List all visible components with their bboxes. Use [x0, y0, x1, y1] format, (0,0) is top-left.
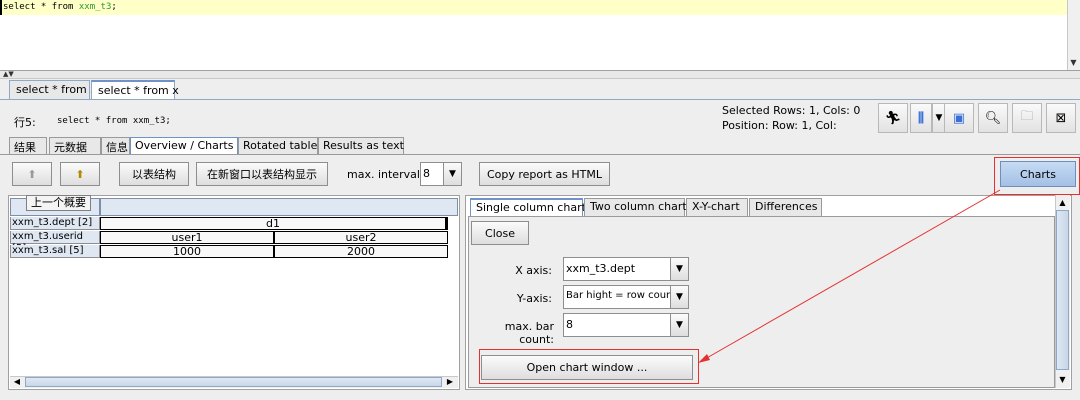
magnifier-icon: 🔍︎: [984, 110, 1002, 126]
grid-column-header: [100, 198, 458, 216]
row-sql-text: select * from xxm_t3;: [57, 116, 171, 126]
open-chart-window-button[interactable]: Open chart window ...: [481, 355, 693, 380]
chevron-down-icon[interactable]: ▼: [670, 314, 688, 336]
show-structure-new-window-button[interactable]: 在新窗口以表结构显示: [196, 162, 328, 186]
result-tab-overview-charts[interactable]: Overview / Charts: [130, 137, 238, 154]
result-tab-metadata[interactable]: 元数据: [49, 137, 101, 154]
charts-scroll-thumb[interactable]: [1056, 210, 1069, 370]
max-bar-count-label: max. bar count:: [504, 320, 554, 346]
scroll-up-arrow-icon[interactable]: ▲: [1056, 196, 1069, 210]
chart-tab-differences[interactable]: Differences: [749, 198, 822, 216]
row-number-label: 行5:: [14, 116, 36, 129]
sql-keywords: select * from: [3, 2, 79, 12]
chart-tab-two-column[interactable]: Two column chart: [584, 198, 687, 216]
max-bar-count-value: 8: [566, 318, 573, 331]
grid-cell-edge: [446, 217, 458, 230]
x-axis-label: X axis:: [515, 264, 552, 277]
result-tab-underline: [0, 154, 1080, 155]
text-caret: [0, 0, 2, 15]
sql-table-name: xxm_t3: [78, 2, 112, 12]
grid-cell-d1[interactable]: d1: [100, 217, 446, 230]
y-axis-select[interactable]: Bar hight = row count ▼: [563, 285, 689, 309]
dropdown-icon: ▼: [935, 113, 943, 123]
prev-overview-tooltip: 上一个概要: [26, 195, 91, 211]
run-button[interactable]: 🏃︎: [878, 103, 908, 133]
sql-statement[interactable]: select * from xxm_t3;: [3, 2, 117, 12]
preview-icon: ▣: [952, 110, 966, 126]
prev-overview-icon: ⬆: [27, 167, 37, 181]
chart-tab-xy[interactable]: X-Y-chart: [686, 198, 748, 216]
grid-cell[interactable]: 2000: [274, 245, 448, 258]
next-overview-icon: ⬆: [75, 167, 85, 181]
preview-button[interactable]: ▣: [944, 103, 974, 133]
chevron-down-icon[interactable]: ▼: [443, 163, 461, 185]
grid-row-header: xxm_t3.userid [5]: [10, 231, 100, 254]
query-tab-1[interactable]: select * from x: [9, 80, 97, 99]
close-button[interactable]: Close: [471, 221, 529, 245]
grid-row-header: xxm_t3.sal [5]: [10, 245, 100, 258]
max-intervals-value: 8: [423, 167, 430, 180]
divider-collapse-arrows-icon[interactable]: ▲▼: [3, 70, 14, 78]
split-pane-divider[interactable]: [0, 71, 1080, 79]
grid-cell[interactable]: 1000: [100, 245, 274, 258]
scroll-left-arrow-icon[interactable]: ◀: [11, 376, 23, 388]
grid-cell[interactable]: user2: [274, 231, 448, 244]
result-tab-results[interactable]: 结果: [9, 137, 47, 154]
position-status: Position: Row: 1, Col:: [722, 119, 837, 132]
open-button[interactable]: 🗀: [1012, 103, 1042, 133]
result-tab-info[interactable]: 信息: [101, 137, 130, 154]
columns-icon: ⫼: [918, 110, 924, 126]
chevron-down-icon[interactable]: ▼: [670, 258, 688, 280]
folder-icon: 🗀: [1020, 109, 1034, 124]
tab-underline: [0, 99, 1080, 100]
max-bar-count-select[interactable]: 8 ▼: [563, 313, 689, 337]
chart-tab-single-column[interactable]: Single column chart: [470, 198, 586, 216]
search-button[interactable]: 🔍︎: [978, 103, 1008, 133]
columns-button[interactable]: ⫼: [910, 103, 932, 133]
grid-scroll-thumb[interactable]: [25, 377, 442, 387]
result-tab-rotated-table[interactable]: Rotated table: [238, 137, 318, 154]
scroll-down-arrow-icon[interactable]: ▼: [1056, 373, 1069, 387]
grid-row-header: xxm_t3.dept [2]: [10, 217, 100, 230]
y-axis-label: Y-axis:: [516, 292, 552, 305]
next-overview-button[interactable]: ⬆: [60, 162, 100, 186]
x-axis-value: xxm_t3.dept: [566, 262, 636, 275]
copy-report-html-button[interactable]: Copy report as HTML: [479, 162, 610, 186]
query-tab-2[interactable]: select * from x: [91, 80, 179, 99]
grid-cell[interactable]: user1: [100, 231, 274, 244]
scroll-down-arrow-icon[interactable]: ▼: [1067, 56, 1080, 70]
chevron-down-icon[interactable]: ▼: [670, 286, 688, 308]
close-result-button[interactable]: ⊠: [1046, 103, 1076, 133]
close-box-icon: ⊠: [1055, 110, 1067, 126]
x-axis-select[interactable]: xxm_t3.dept ▼: [563, 257, 689, 281]
max-intervals-select[interactable]: 8 ▼: [420, 162, 462, 186]
prev-overview-button[interactable]: ⬆: [12, 162, 52, 186]
y-axis-value: Bar hight = row count: [566, 290, 677, 301]
current-line-highlight: [0, 0, 1068, 15]
run-icon: 🏃︎: [884, 110, 902, 126]
result-tab-results-as-text[interactable]: Results as text: [318, 137, 404, 154]
scroll-right-arrow-icon[interactable]: ▶: [444, 376, 456, 388]
max-intervals-label: max. intervals:: [347, 168, 430, 181]
sql-terminator: ;: [111, 2, 117, 12]
sql-editor[interactable]: select * from xxm_t3; ▼: [0, 0, 1080, 71]
selection-status: Selected Rows: 1, Cols: 0: [722, 104, 861, 117]
show-structure-button[interactable]: 以表结构: [119, 162, 189, 186]
charts-button[interactable]: Charts: [1000, 161, 1076, 187]
